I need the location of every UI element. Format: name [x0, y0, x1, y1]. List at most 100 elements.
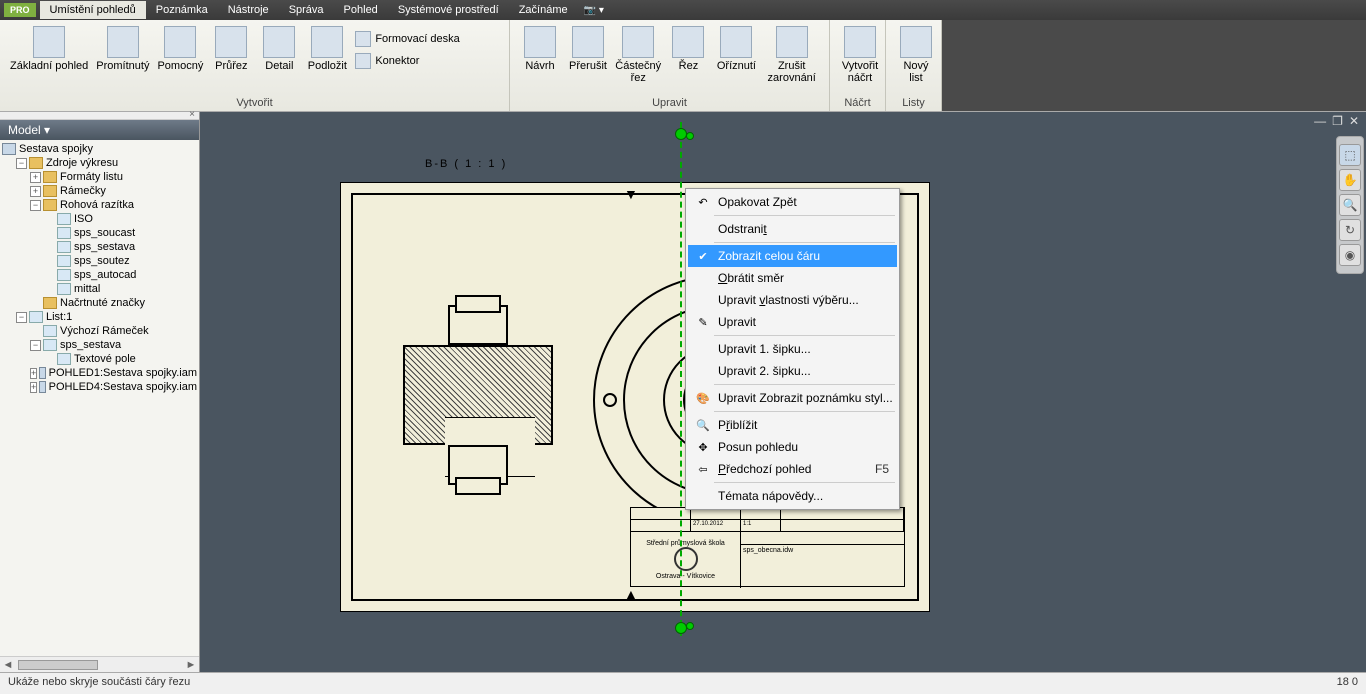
tree-view4[interactable]: +POHLED4:Sestava spojky.iam: [2, 380, 197, 394]
unalign-button[interactable]: Zrušit zarovnání: [760, 24, 823, 86]
section-button[interactable]: Průřez: [207, 24, 255, 74]
tab-environment[interactable]: Systémové prostředí: [388, 1, 509, 19]
section-view-bb[interactable]: [393, 295, 563, 495]
browser-tree[interactable]: Sestava spojky −Zdroje výkresu +Formáty …: [0, 140, 199, 656]
tree-sps-soutez[interactable]: sps_soutez: [2, 254, 197, 268]
lookat-icon: ◉: [1345, 248, 1355, 262]
tree-default-frame[interactable]: Výchozí Rámeček: [2, 324, 197, 338]
tab-tools[interactable]: Nástroje: [218, 1, 279, 19]
connector-button[interactable]: Konektor: [351, 51, 463, 71]
nav-pan-button[interactable]: ✋: [1339, 169, 1361, 191]
context-menu: ↶Opakovat Zpět Odstranit ✔Zobrazit celou…: [685, 188, 900, 510]
camera-icon[interactable]: 📷 ▾: [584, 5, 604, 16]
ctx-edit-selection[interactable]: Upravit vlastnosti výběru...: [688, 289, 897, 311]
orbit-icon: ↻: [1345, 223, 1355, 237]
title-block[interactable]: 27.10.20121:1 Střední průmyslová škola O…: [630, 507, 905, 587]
nav-home-button[interactable]: ⬚: [1339, 144, 1361, 166]
draft-button[interactable]: Návrh: [516, 24, 564, 74]
browser-hscroll[interactable]: ◄►: [0, 656, 199, 672]
partial-button[interactable]: Částečný řez: [612, 24, 664, 86]
tree-iso[interactable]: ISO: [2, 212, 197, 226]
tab-annotation[interactable]: Poznámka: [146, 1, 218, 19]
tree-sps-sestava2[interactable]: −sps_sestava: [2, 338, 197, 352]
section-view-label: B-B ( 1 : 1 ): [425, 158, 507, 170]
status-hint: Ukáže nebo skryje součásti čáry řezu: [8, 676, 190, 691]
app-badge: PRO: [4, 3, 36, 17]
browser-header[interactable]: Model ▾: [0, 120, 199, 140]
ctx-edit[interactable]: ✎Upravit: [688, 311, 897, 333]
ctx-delete[interactable]: Odstranit: [688, 218, 897, 240]
section-handle-bottom-2[interactable]: [686, 622, 694, 630]
model-browser: Model ▾ Sestava spojky −Zdroje výkresu +…: [0, 112, 200, 672]
tab-view[interactable]: Pohled: [334, 1, 388, 19]
ctx-zoom[interactable]: 🔍Přiblížit: [688, 414, 897, 436]
ctx-edit-style[interactable]: 🎨Upravit Zobrazit poznámku styl...: [688, 387, 897, 409]
ctx-prev-view[interactable]: ⇦Předchozí pohledF5: [688, 458, 897, 480]
tree-sps-autocad[interactable]: sps_autocad: [2, 268, 197, 282]
maximize-icon: ❐: [1332, 114, 1343, 128]
detail-button[interactable]: Detail: [255, 24, 303, 74]
tree-root[interactable]: Sestava spojky: [2, 142, 197, 156]
nav-lookat-button[interactable]: ◉: [1339, 244, 1361, 266]
ctx-arrow2[interactable]: Upravit 2. šipku...: [688, 360, 897, 382]
tree-titleblocks[interactable]: −Rohová razítka: [2, 198, 197, 212]
drawing-canvas[interactable]: —❐✕ B-B ( 1 : 1 ) 27.10.20121:1: [200, 112, 1366, 672]
section-handle-top-2[interactable]: [686, 132, 694, 140]
break-button[interactable]: Přerušit: [564, 24, 612, 74]
navigation-bar: ⬚ ✋ 🔍 ↻ ◉: [1336, 136, 1364, 274]
tree-sheet1[interactable]: −List:1: [2, 310, 197, 324]
base-view-button[interactable]: Základní pohled: [6, 24, 92, 74]
section-line[interactable]: [680, 122, 682, 636]
create-sketch-button[interactable]: Vytvořitnáčrt: [836, 24, 884, 86]
edit-icon: ✎: [692, 316, 714, 329]
back-icon: ⇦: [692, 463, 714, 476]
tree-mittal[interactable]: mittal: [2, 282, 197, 296]
magnify-icon: 🔍: [1343, 198, 1358, 212]
projected-button[interactable]: Promítnutý: [92, 24, 153, 74]
drawing-filename: sps_obecna.idw: [741, 544, 904, 556]
nav-zoom-button[interactable]: 🔍: [1339, 194, 1361, 216]
tree-sketched[interactable]: Načrtnuté značky: [2, 296, 197, 310]
window-controls[interactable]: — ❐ ✕: [1311, 114, 1362, 128]
home-icon: ⬚: [1344, 148, 1355, 162]
tree-resources[interactable]: −Zdroje výkresu: [2, 156, 197, 170]
tree-sps-sestava[interactable]: sps_sestava: [2, 240, 197, 254]
ctx-reverse[interactable]: Obrátit směr: [688, 267, 897, 289]
tab-placement[interactable]: Umístění pohledů: [40, 1, 146, 19]
overlay-button[interactable]: Podložit: [303, 24, 351, 74]
tree-frames[interactable]: +Rámečky: [2, 184, 197, 198]
undo-icon: ↶: [692, 196, 714, 209]
check-icon: ✔: [692, 250, 714, 263]
ctx-show-line[interactable]: ✔Zobrazit celou čáru: [688, 245, 897, 267]
close-icon: ✕: [1349, 114, 1359, 128]
hand-icon: ✋: [1343, 173, 1358, 187]
crop-button[interactable]: Oříznutí: [712, 24, 760, 74]
auxiliary-button[interactable]: Pomocný: [153, 24, 207, 74]
slice-button[interactable]: Řez: [664, 24, 712, 74]
tab-getstarted[interactable]: Začínáme: [509, 1, 578, 19]
tree-view1[interactable]: +POHLED1:Sestava spojky.iam: [2, 366, 197, 380]
tree-textfield[interactable]: Textové pole: [2, 352, 197, 366]
new-sheet-button[interactable]: Nový list: [892, 24, 940, 86]
status-coords: 18 0: [1337, 676, 1358, 691]
ribbon-group-sketch-label: Náčrt: [830, 95, 885, 111]
ctx-pan[interactable]: ✥Posun pohledu: [688, 436, 897, 458]
ctx-help[interactable]: Témata nápovědy...: [688, 485, 897, 507]
ribbon-group-create-label: Vytvořit: [0, 95, 509, 111]
tree-sps-soucast[interactable]: sps_soucast: [2, 226, 197, 240]
tree-formats[interactable]: +Formáty listu: [2, 170, 197, 184]
ctx-arrow1[interactable]: Upravit 1. šipku...: [688, 338, 897, 360]
ctx-repeat[interactable]: ↶Opakovat Zpět: [688, 191, 897, 213]
school-name: Střední průmyslová škola: [646, 540, 725, 547]
style-icon: 🎨: [692, 392, 714, 405]
main-area: Model ▾ Sestava spojky −Zdroje výkresu +…: [0, 112, 1366, 672]
formboard-button[interactable]: Formovací deska: [351, 29, 463, 49]
minimize-icon: —: [1314, 114, 1326, 128]
nav-orbit-button[interactable]: ↻: [1339, 219, 1361, 241]
menubar: PRO Umístění pohledů Poznámka Nástroje S…: [0, 0, 1366, 20]
tab-manage[interactable]: Správa: [279, 1, 334, 19]
browser-close-bar[interactable]: [0, 112, 199, 120]
school-city: Ostrava - Vítkovice: [656, 573, 715, 580]
section-arrow-bottom: ▲: [624, 586, 638, 602]
status-bar: Ukáže nebo skryje součásti čáry řezu 18 …: [0, 672, 1366, 694]
